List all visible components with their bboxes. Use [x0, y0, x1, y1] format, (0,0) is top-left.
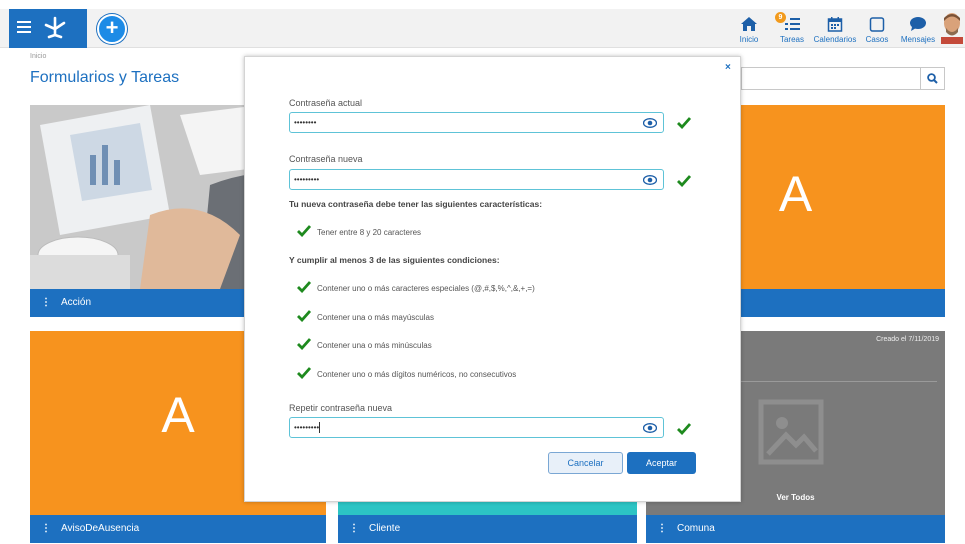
new-password-label: Contraseña nueva — [289, 154, 363, 164]
calendar-icon — [827, 17, 843, 32]
brand-box — [9, 9, 87, 48]
cancel-button[interactable]: Cancelar — [548, 452, 623, 474]
close-icon[interactable]: × — [725, 62, 731, 73]
search-button[interactable] — [920, 67, 945, 90]
check-icon — [677, 175, 691, 187]
tasks-badge: 9 — [775, 12, 786, 23]
conditions-title: Y cumplir al menos 3 de las siguientes c… — [289, 255, 500, 265]
card-label: Comuna — [677, 523, 715, 534]
home-icon — [741, 17, 757, 31]
nav-cases-label: Casos — [865, 35, 889, 44]
change-password-dialog: × Contraseña actual •••••••• Contraseña … — [244, 56, 741, 502]
condition-text: Contener uno o más caracteres especiales… — [317, 284, 535, 293]
check-icon — [297, 367, 311, 379]
logo-icon[interactable] — [43, 15, 67, 39]
card-menu-icon[interactable]: ⋮ — [41, 289, 51, 317]
eye-icon[interactable] — [643, 423, 657, 433]
menu-icon[interactable] — [17, 21, 31, 33]
nav-messages-label: Mensajes — [900, 35, 936, 44]
condition-text: Contener una o más mayúsculas — [317, 313, 434, 322]
new-password-input[interactable]: ••••••••• — [289, 169, 664, 190]
rule-length-text: Tener entre 8 y 20 caracteres — [317, 228, 422, 237]
avatar[interactable] — [941, 12, 963, 44]
card-label: AvisoDeAusencia — [61, 523, 140, 534]
rules-title: Tu nueva contraseña debe tener las sigui… — [289, 199, 543, 209]
nav-tasks[interactable]: 9 Tareas — [775, 12, 806, 46]
cases-icon — [869, 17, 885, 32]
nav-messages[interactable]: Mensajes — [898, 12, 938, 46]
condition-text: Contener una o más minúsculas — [317, 341, 432, 350]
nav-home[interactable]: Inicio — [736, 12, 762, 46]
text-caret — [319, 422, 321, 434]
add-button[interactable]: + — [97, 14, 127, 44]
check-icon — [297, 310, 311, 322]
eye-icon[interactable] — [643, 175, 657, 185]
search-input[interactable] — [741, 67, 921, 90]
card-label: Cliente — [369, 523, 401, 534]
condition-text: Contener uno o más dígitos numéricos, no… — [317, 370, 517, 379]
check-icon — [297, 225, 311, 237]
breadcrumb[interactable]: Inicio — [30, 53, 46, 60]
check-icon — [297, 338, 311, 350]
chat-icon — [910, 17, 926, 31]
card-menu-icon[interactable]: ⋮ — [657, 515, 667, 543]
check-icon — [677, 117, 691, 129]
check-icon — [297, 281, 311, 293]
card-menu-icon[interactable]: ⋮ — [349, 515, 359, 543]
repeat-password-value: ••••••••• — [294, 423, 320, 432]
top-bar: + Inicio 9 Tareas Calendarios Casos Mens… — [0, 9, 965, 48]
image-placeholder-icon — [758, 399, 824, 465]
card-title-bar: ⋮ Cliente — [338, 515, 637, 543]
nav-tasks-label: Tareas — [779, 35, 804, 44]
current-password-value: •••••••• — [294, 118, 317, 127]
repeat-password-label: Repetir contraseña nueva — [289, 403, 393, 413]
eye-icon[interactable] — [643, 118, 657, 128]
nav-cases[interactable]: Casos — [863, 12, 891, 46]
nav-calendars-label: Calendarios — [813, 35, 857, 44]
repeat-password-input[interactable]: ••••••••• — [289, 417, 664, 438]
card-title-bar: ⋮ AvisoDeAusencia — [30, 515, 326, 543]
card-title-bar: ⋮ Comuna — [646, 515, 945, 543]
card-label: Acción — [61, 297, 92, 308]
current-password-input[interactable]: •••••••• — [289, 112, 664, 133]
card-menu-icon[interactable]: ⋮ — [41, 515, 51, 543]
new-password-value: ••••••••• — [294, 175, 320, 184]
nav-home-label: Inicio — [739, 35, 759, 44]
created-date: Creado el 7/11/2019 — [876, 336, 939, 343]
page-title: Formularios y Tareas — [30, 69, 180, 86]
search-icon — [927, 73, 938, 84]
current-password-label: Contraseña actual — [289, 98, 363, 108]
nav-calendars[interactable]: Calendarios — [812, 12, 858, 46]
check-icon — [677, 423, 691, 435]
accept-button[interactable]: Aceptar — [627, 452, 696, 474]
